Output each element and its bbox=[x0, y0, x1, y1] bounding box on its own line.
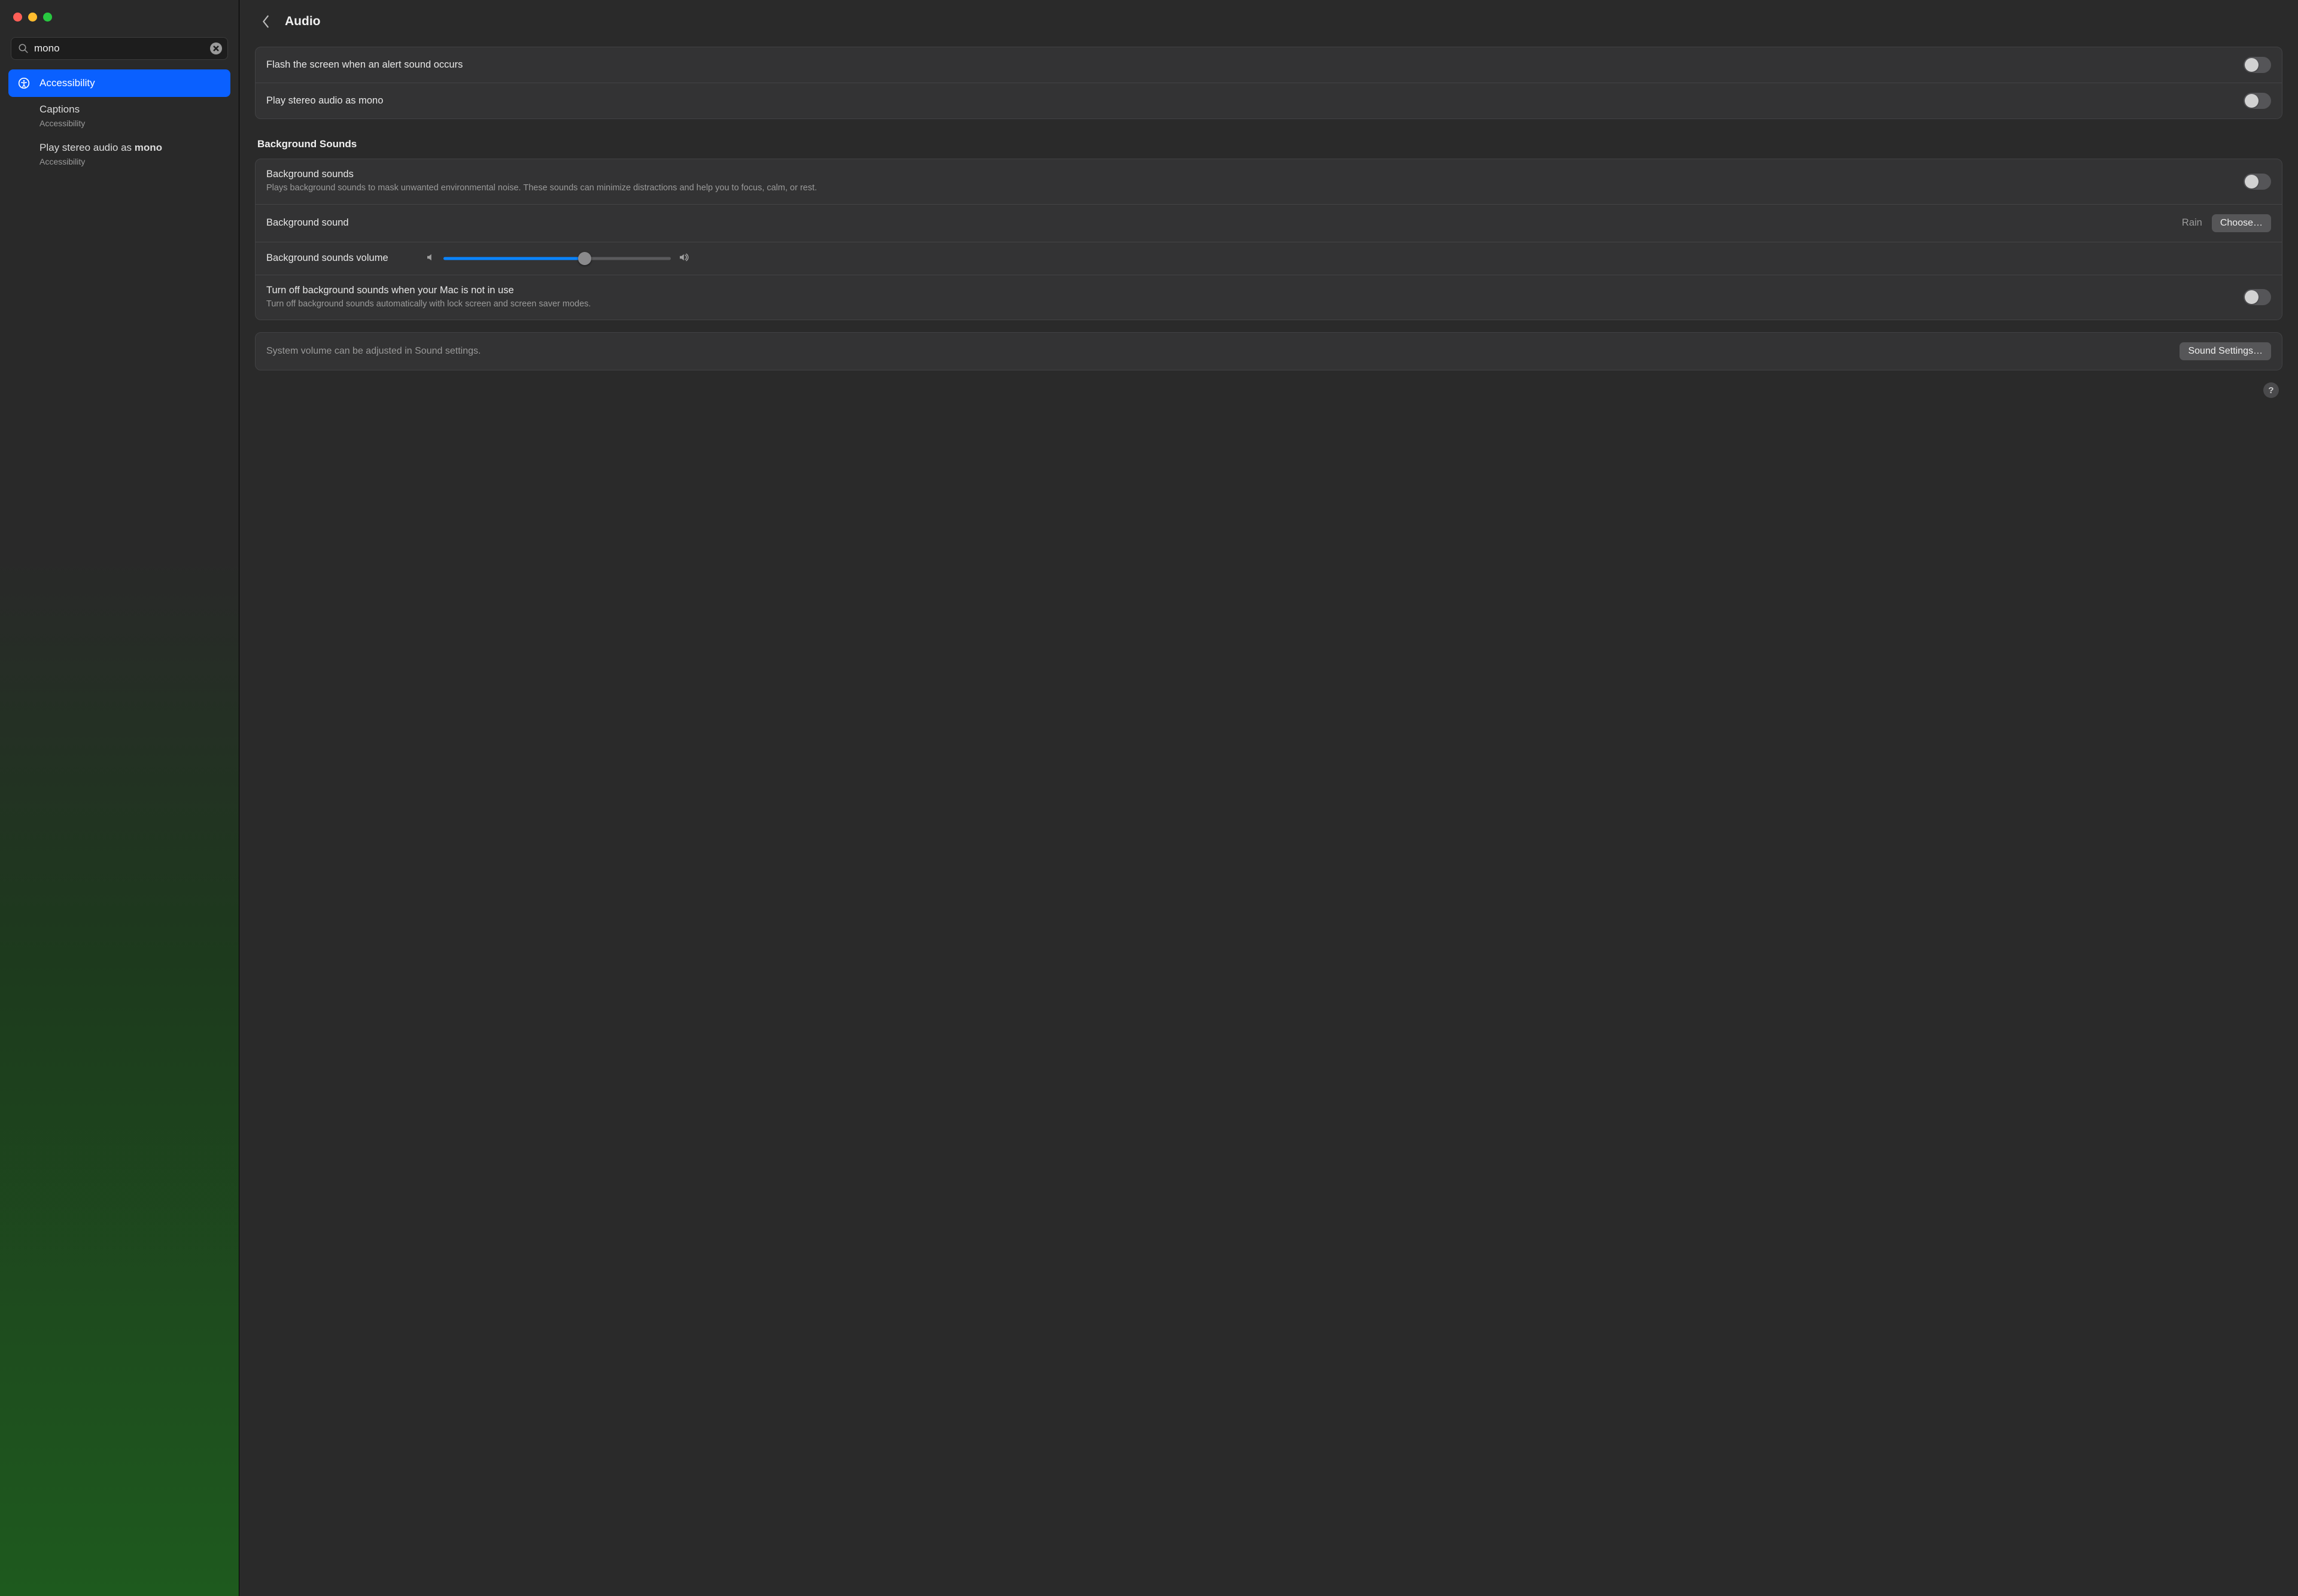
search-input[interactable] bbox=[11, 37, 228, 60]
clear-search-button[interactable] bbox=[210, 42, 222, 54]
background-sounds-panel: Background sounds Plays background sound… bbox=[255, 159, 2282, 320]
sidebar-item-label: Accessibility bbox=[39, 77, 95, 89]
sidebar-item-label: Captions bbox=[39, 103, 223, 117]
row-bg-enable: Background sounds Plays background sound… bbox=[256, 159, 2282, 204]
volume-low-icon bbox=[425, 252, 436, 265]
search-field-wrap bbox=[11, 37, 228, 60]
page-title: Audio bbox=[285, 14, 320, 29]
row-label: Background sound bbox=[266, 217, 2172, 229]
row-description: Plays background sounds to mask unwanted… bbox=[266, 183, 2234, 194]
sidebar-item-captions[interactable]: Captions Accessibility bbox=[32, 97, 230, 135]
search-results: Accessibility Captions Accessibility Pla… bbox=[0, 68, 239, 175]
row-label: Turn off background sounds when your Mac… bbox=[266, 285, 2234, 296]
choose-sound-button[interactable]: Choose… bbox=[2212, 214, 2271, 232]
row-bg-auto-off: Turn off background sounds when your Mac… bbox=[256, 275, 2282, 320]
footer-hint: System volume can be adjusted in Sound s… bbox=[266, 346, 2170, 357]
background-sound-value: Rain bbox=[2182, 217, 2202, 229]
zoom-window-button[interactable] bbox=[43, 13, 52, 22]
volume-high-icon bbox=[678, 252, 689, 265]
sound-settings-button[interactable]: Sound Settings… bbox=[2180, 342, 2271, 360]
row-flash-screen: Flash the screen when an alert sound occ… bbox=[256, 47, 2282, 83]
settings-window: Accessibility Captions Accessibility Pla… bbox=[0, 0, 2298, 1596]
window-controls bbox=[0, 9, 239, 37]
sidebar-item-label: Play stereo audio as mono bbox=[39, 141, 223, 155]
close-icon bbox=[213, 45, 219, 51]
row-mono-audio: Play stereo audio as mono bbox=[256, 83, 2282, 118]
flash-screen-toggle[interactable] bbox=[2244, 57, 2271, 73]
row-label: Background sounds bbox=[266, 169, 2234, 180]
row-description: Turn off background sounds automatically… bbox=[266, 299, 2234, 311]
row-bg-volume: Background sounds volume bbox=[256, 242, 2282, 275]
background-volume-slider[interactable] bbox=[443, 257, 671, 260]
row-label: Flash the screen when an alert sound occ… bbox=[266, 59, 2234, 71]
row-label: Play stereo audio as mono bbox=[266, 95, 2234, 107]
row-label: Background sounds volume bbox=[266, 253, 416, 264]
search-icon bbox=[18, 43, 29, 54]
row-bg-sound: Background sound Rain Choose… bbox=[256, 204, 2282, 242]
header: Audio bbox=[255, 0, 2282, 47]
minimize-window-button[interactable] bbox=[28, 13, 37, 22]
search-sub-results: Captions Accessibility Play stereo audio… bbox=[8, 97, 230, 174]
sound-settings-panel: System volume can be adjusted in Sound s… bbox=[255, 332, 2282, 370]
back-button[interactable] bbox=[257, 13, 274, 30]
sidebar-item-play-mono[interactable]: Play stereo audio as mono Accessibility bbox=[32, 135, 230, 174]
chevron-left-icon bbox=[262, 15, 270, 28]
background-sounds-toggle[interactable] bbox=[2244, 174, 2271, 190]
sidebar-item-accessibility[interactable]: Accessibility bbox=[8, 69, 230, 97]
audio-alerts-panel: Flash the screen when an alert sound occ… bbox=[255, 47, 2282, 119]
mono-audio-toggle[interactable] bbox=[2244, 93, 2271, 109]
auto-off-toggle[interactable] bbox=[2244, 289, 2271, 305]
help-button[interactable]: ? bbox=[2263, 382, 2279, 398]
sidebar-item-sublabel: Accessibility bbox=[39, 156, 223, 168]
close-window-button[interactable] bbox=[13, 13, 22, 22]
main-content: Audio Flash the screen when an alert sou… bbox=[239, 0, 2298, 1596]
sidebar-item-sublabel: Accessibility bbox=[39, 118, 223, 129]
sidebar: Accessibility Captions Accessibility Pla… bbox=[0, 0, 239, 1596]
section-heading-background-sounds: Background Sounds bbox=[257, 138, 2280, 150]
accessibility-icon bbox=[16, 75, 32, 92]
